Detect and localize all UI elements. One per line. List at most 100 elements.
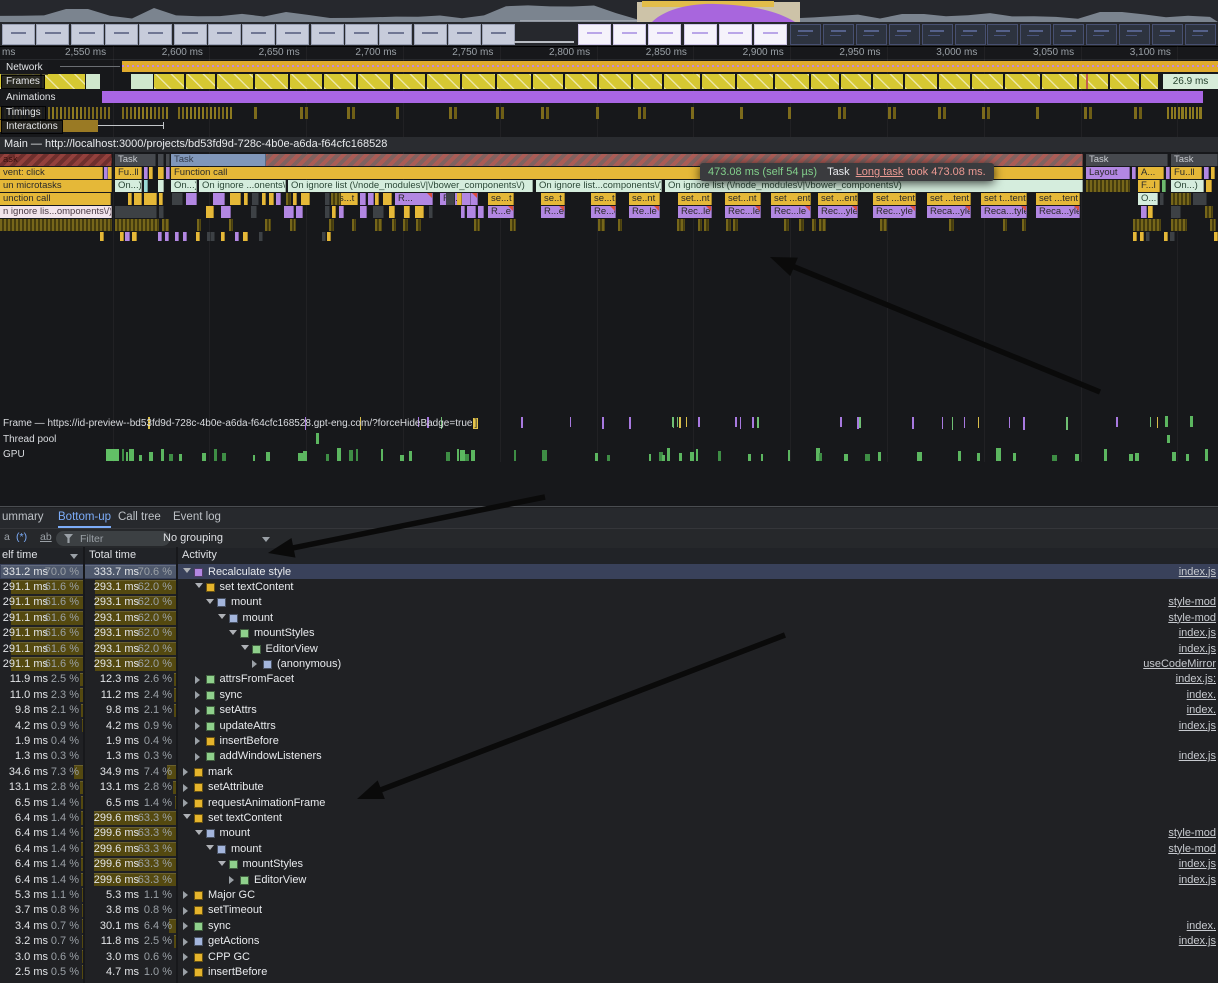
filmstrip-thumbnail[interactable] [1185,24,1216,45]
flame-block[interactable] [134,193,142,205]
activity-name[interactable]: mount [243,612,274,624]
activity-name[interactable]: insertBefore [220,735,279,747]
table-row[interactable]: 3.0 ms0.6 %3.0 ms0.6 %CPP GC [0,949,1218,964]
flame-block-unction-call[interactable]: unction call [0,193,111,205]
flame-block[interactable] [128,193,132,205]
filmstrip-thumbnail[interactable] [684,24,717,45]
table-row[interactable]: 3.4 ms0.7 %30.1 ms6.4 %syncindex. [0,918,1218,933]
flame-block[interactable] [368,193,374,205]
flame-block-a-[interactable]: A... [1138,167,1164,179]
flame-block[interactable] [183,232,187,241]
table-row[interactable]: 6.4 ms1.4 %299.6 ms63.3 %EditorViewindex… [0,872,1218,887]
flame-block[interactable] [467,206,476,218]
flame-block[interactable] [158,167,164,179]
flame-block[interactable] [1171,219,1187,231]
frame-strip-block[interactable] [255,74,289,89]
filmstrip-thumbnail[interactable] [719,24,752,45]
table-row[interactable]: 331.2 ms70.0 %333.7 ms70.6 %Recalculate … [0,564,1218,579]
frame-strip-block[interactable] [1042,74,1077,89]
flame-block[interactable] [1132,167,1136,179]
flame-block[interactable] [230,193,241,205]
flame-block[interactable] [429,206,433,218]
grouping-caret-icon[interactable] [262,537,270,542]
source-link[interactable]: index.js [1179,750,1216,762]
activity-name[interactable]: mountStyles [243,858,304,870]
column-separator[interactable] [83,547,85,983]
flame-block[interactable] [235,232,239,241]
filmstrip-thumbnail[interactable] [1152,24,1183,45]
flame-block-ask[interactable]: ask [0,154,112,166]
activity-name[interactable]: addWindowListeners [220,750,322,762]
flame-block[interactable] [149,167,153,179]
table-row[interactable]: 1.9 ms0.4 %1.9 ms0.4 %insertBefore [0,733,1218,748]
filmstrip-thumbnail[interactable] [987,24,1018,45]
flame-block[interactable] [1193,193,1207,205]
flame-block[interactable] [0,219,112,231]
frame-strip-block[interactable] [702,74,735,89]
flame-block[interactable] [1160,193,1164,205]
activity-name[interactable]: set textContent [208,812,282,824]
flame-block-on-[interactable]: On...) [1171,180,1204,192]
source-link[interactable]: style-mod [1168,596,1216,608]
activity-name[interactable]: sync [208,920,231,932]
flame-block[interactable] [196,232,200,241]
frame-strip-block[interactable] [497,74,531,89]
activity-name[interactable]: getActions [208,935,259,947]
track-label-interactions[interactable]: Interactions [1,120,63,134]
source-link[interactable]: index.js [1179,627,1216,639]
flame-block[interactable] [812,219,816,231]
flame-block[interactable] [1205,206,1213,218]
flame-block[interactable] [165,232,169,241]
flame-block[interactable] [880,219,886,231]
flame-block[interactable] [618,219,622,231]
flame-block[interactable] [1170,232,1175,241]
flame-block-set-tent[interactable]: set ...tent [927,193,971,205]
filmstrip-thumbnail[interactable] [823,24,854,45]
flame-block[interactable] [243,232,248,241]
column-header-self-time[interactable]: elf time [2,549,37,561]
filmstrip-thumbnail[interactable] [790,24,821,45]
flame-block[interactable] [1171,206,1181,218]
flame-block[interactable] [159,206,164,218]
frame-strip-block[interactable] [1079,74,1109,89]
flame-block[interactable] [115,206,157,218]
frame-strip-block[interactable] [811,74,840,89]
filmstrip-thumbnail[interactable] [139,24,172,45]
flame-block-set-tent[interactable]: set ...tent [1036,193,1080,205]
activity-name[interactable]: CPP GC [208,951,250,963]
flame-block-n-ignore-lis-omponents-[interactable]: n ignore lis...omponents\/) [0,206,112,218]
chevron-down-icon[interactable] [206,599,214,604]
activity-name[interactable]: mount [231,596,262,608]
frame-strip-block[interactable] [217,74,252,89]
frame-strip-block[interactable] [324,74,355,89]
flame-block-set-tent[interactable]: set ...tent [873,193,916,205]
flame-block[interactable] [286,193,291,205]
flame-block[interactable] [1210,219,1216,231]
flame-block-se-t[interactable]: se...t [591,193,616,205]
flame-block[interactable] [166,167,170,179]
flame-block-re-le[interactable]: Re..le [629,206,660,218]
tooltip-long-task-link[interactable]: Long task [856,166,904,178]
chevron-down-icon[interactable] [229,630,237,635]
flame-block[interactable] [375,193,379,205]
flame-block[interactable] [251,206,257,218]
flame-block-reca-yle[interactable]: Reca...yle [1036,206,1080,218]
chevron-down-icon[interactable] [183,814,191,819]
flame-block[interactable] [144,167,148,179]
flame-block[interactable] [360,193,366,205]
column-header-activity[interactable]: Activity [182,549,217,561]
chevron-right-icon[interactable] [195,753,200,761]
flame-block[interactable] [331,193,340,205]
filmstrip-thumbnail[interactable] [889,24,920,45]
source-link[interactable]: index. [1187,689,1216,701]
flame-block-se-t[interactable]: se..t [541,193,565,205]
flame-block-task[interactable]: Task [171,154,266,166]
frame-strip-block[interactable] [841,74,871,89]
flame-block-on-ignore-list-node-modules-bower-components-[interactable]: On ignore list (\/node_modules\/|\/bower… [288,180,533,192]
source-link[interactable]: style-mod [1168,827,1216,839]
chevron-right-icon[interactable] [183,799,188,807]
flame-block-set-ent[interactable]: set ...ent [818,193,858,205]
filmstrip-thumbnail[interactable] [448,24,481,45]
frame-strip-block[interactable] [905,74,937,89]
flame-block[interactable] [327,232,331,241]
